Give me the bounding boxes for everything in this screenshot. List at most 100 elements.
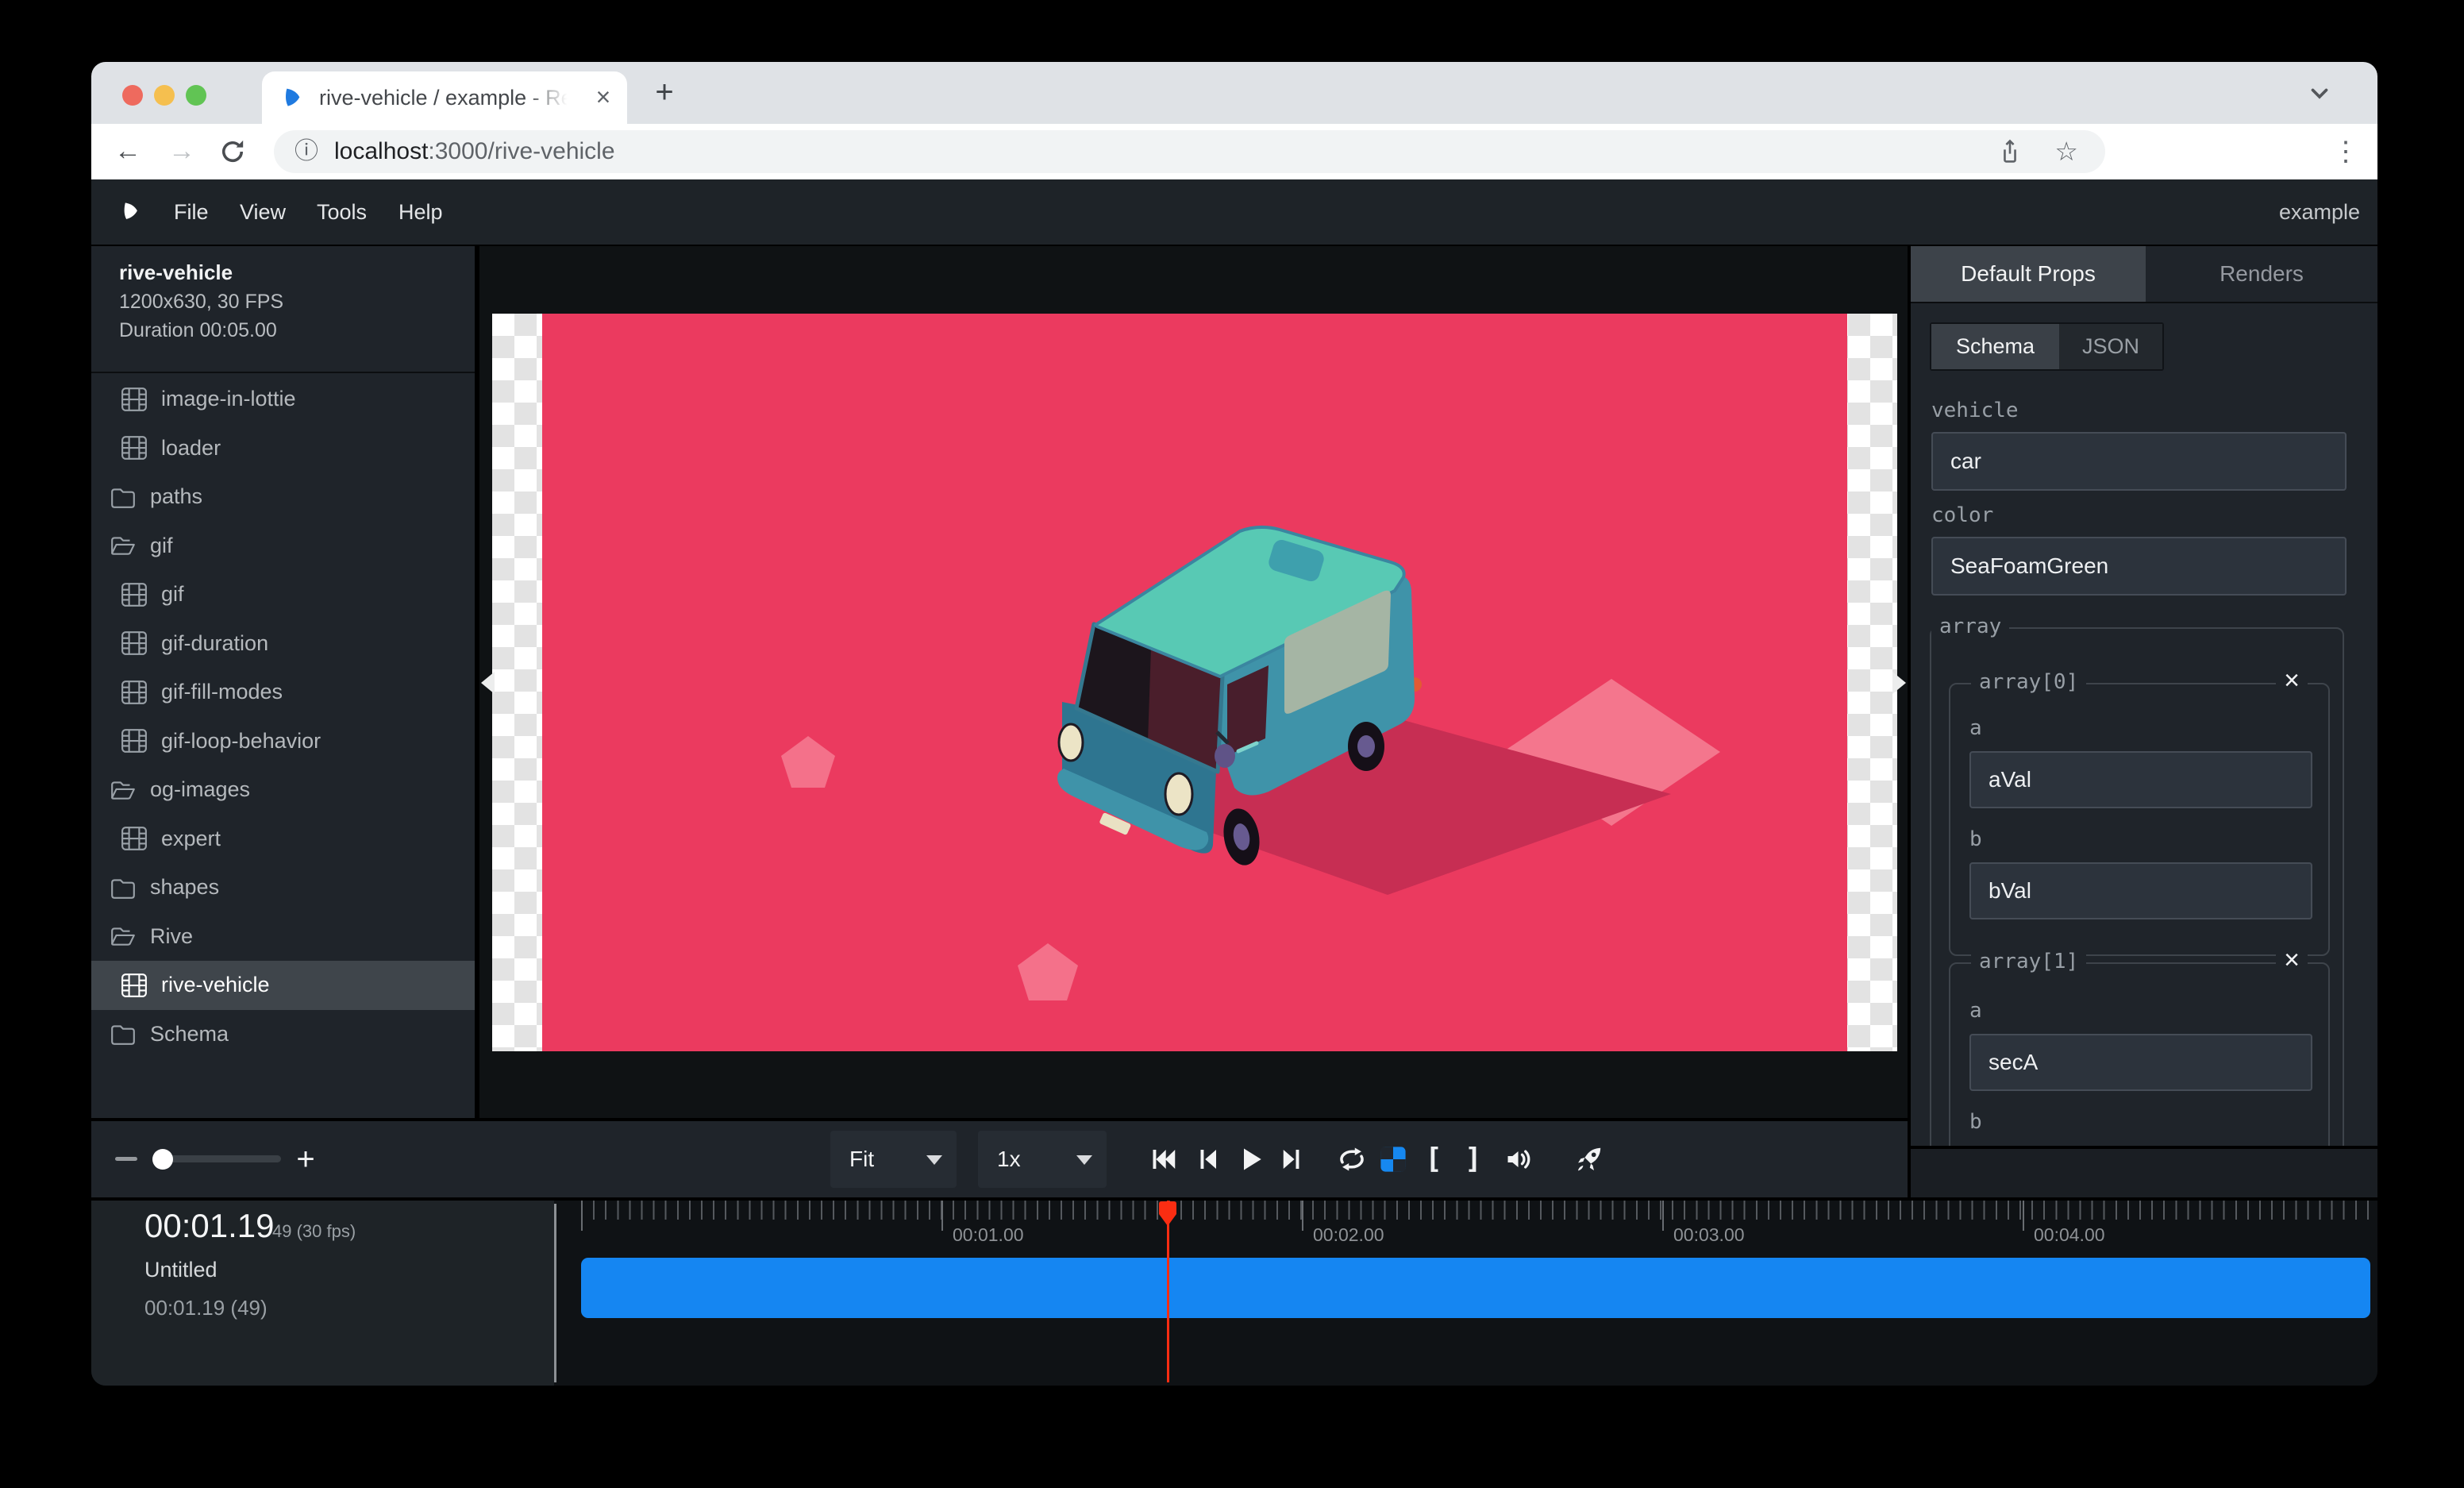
track-timecode: 00:01.19 (49)	[144, 1296, 268, 1320]
window-minimize-icon[interactable]	[154, 85, 175, 106]
menu-help[interactable]: Help	[398, 179, 443, 245]
array-0-a-input[interactable]	[1969, 751, 2312, 808]
sidebar-item-label: shapes	[150, 875, 219, 900]
array-item-0-fieldset: array[0] × a b	[1949, 683, 2330, 956]
sidebar-item-label: Schema	[150, 1022, 229, 1047]
array-1-a-input[interactable]	[1969, 1034, 2312, 1091]
array-legend: array	[1931, 615, 2009, 638]
url-field[interactable]: ⓘ localhost:3000/rive-vehicle ☆	[274, 130, 2105, 173]
site-info-icon[interactable]: ⓘ	[295, 138, 318, 165]
sidebar-item-gif-folder[interactable]: gif	[91, 522, 475, 571]
sidebar-item-label: paths	[150, 484, 202, 509]
reload-icon[interactable]	[218, 137, 247, 166]
fit-dropdown[interactable]: Fit	[830, 1131, 957, 1188]
folder-open-icon	[110, 533, 137, 558]
sidebar-item-gif-loop-behavior[interactable]: gif-loop-behavior	[91, 717, 475, 766]
browser-menu-icon[interactable]: ⋮	[2331, 134, 2360, 169]
fit-dropdown-value: Fit	[849, 1131, 874, 1188]
jump-to-start-icon[interactable]	[1149, 1145, 1178, 1174]
tab-default-props[interactable]: Default Props	[1911, 246, 2146, 302]
timeline-ruler[interactable]	[581, 1201, 2370, 1220]
sidebar-item-paths[interactable]: paths	[91, 472, 475, 522]
remotion-logo-icon[interactable]	[120, 199, 144, 223]
remove-array-item-1-icon[interactable]: ×	[2276, 945, 2308, 975]
loop-icon[interactable]	[1338, 1145, 1366, 1174]
remove-array-item-0-icon[interactable]: ×	[2276, 665, 2308, 696]
sidebar-item-gif-fill-modes[interactable]: gif-fill-modes	[91, 668, 475, 717]
panel-filler	[1911, 1149, 2377, 1197]
window-close-icon[interactable]	[122, 85, 143, 106]
timeline-track-bar[interactable]	[581, 1258, 2370, 1318]
a-field-label: a	[1969, 716, 1982, 740]
collapse-right-panel-icon[interactable]	[1892, 672, 1906, 694]
array-item-0-legend: array[0]	[1971, 670, 2086, 694]
folder-icon	[110, 1021, 137, 1047]
menu-tools[interactable]: Tools	[317, 179, 367, 245]
next-frame-icon[interactable]	[1278, 1145, 1307, 1174]
track-name: Untitled	[144, 1258, 218, 1282]
url-text: localhost:3000/rive-vehicle	[334, 130, 615, 173]
browser-tab[interactable]: rive-vehicle / example - Remot ×	[262, 71, 627, 124]
sidebar-item-expert[interactable]: expert	[91, 815, 475, 864]
app-menu-bar: File View Tools Help example	[91, 179, 2377, 245]
volume-icon[interactable]	[1504, 1145, 1533, 1174]
menu-file[interactable]: File	[174, 179, 209, 245]
menu-view[interactable]: View	[240, 179, 286, 245]
render-rocket-icon[interactable]	[1575, 1145, 1604, 1174]
film-icon	[121, 630, 148, 656]
sidebar-item-og-images[interactable]: og-images	[91, 765, 475, 815]
compositions-sidebar: rive-vehicle 1200x630, 30 FPS Duration 0…	[91, 246, 475, 1118]
zoom-out-icon[interactable]	[115, 1157, 137, 1161]
film-icon	[121, 435, 148, 461]
playhead-handle[interactable]	[1158, 1201, 1177, 1229]
composition-viewport	[492, 314, 1897, 1051]
color-field-label: color	[1931, 503, 1993, 527]
timeline: 00:01.19 49 (30 fps) Untitled 00:01.19 (…	[91, 1201, 2377, 1386]
film-icon	[121, 582, 148, 607]
out-marker-icon[interactable]: ]	[1459, 1142, 1488, 1177]
timeline-panel-resize-handle[interactable]	[554, 1204, 556, 1382]
ruler-major-tick	[1302, 1201, 1303, 1231]
transparency-checker-toggle-icon[interactable]	[1379, 1145, 1407, 1174]
vehicle-input[interactable]	[1931, 432, 2347, 491]
preview-canvas	[479, 246, 1908, 1118]
folder-icon	[110, 484, 137, 510]
window-zoom-icon[interactable]	[186, 85, 206, 106]
sidebar-item-schema[interactable]: Schema	[91, 1010, 475, 1059]
previous-frame-icon[interactable]	[1192, 1145, 1221, 1174]
tab-close-icon[interactable]: ×	[591, 85, 616, 110]
collapse-left-panel-icon[interactable]	[481, 672, 495, 694]
sidebar-item-gif-duration[interactable]: gif-duration	[91, 619, 475, 669]
ruler-major-tick	[1662, 1201, 1664, 1231]
playback-speed-dropdown[interactable]: 1x	[978, 1131, 1107, 1188]
tab-search-chevron-icon[interactable]	[2306, 79, 2333, 106]
sidebar-item-rive-folder[interactable]: Rive	[91, 912, 475, 962]
zoom-slider-knob[interactable]	[152, 1149, 173, 1170]
sidebar-item-gif[interactable]: gif	[91, 570, 475, 619]
url-path: :3000/rive-vehicle	[428, 138, 614, 164]
toggle-json[interactable]: JSON	[2059, 324, 2162, 369]
forward-icon[interactable]: →	[166, 135, 198, 167]
back-icon[interactable]: ←	[112, 135, 144, 167]
ruler-label: 00:01.00	[953, 1224, 1024, 1246]
toggle-schema[interactable]: Schema	[1931, 324, 2059, 369]
bookmark-star-icon[interactable]: ☆	[2054, 137, 2078, 167]
preview-toolbar: + Fit 1x [ ]	[91, 1121, 1908, 1197]
sidebar-item-label: rive-vehicle	[161, 973, 270, 997]
sidebar-item-shapes[interactable]: shapes	[91, 863, 475, 912]
sidebar-item-image-in-lottie[interactable]: image-in-lottie	[91, 375, 475, 424]
zoom-in-icon[interactable]: +	[290, 1143, 321, 1176]
share-icon[interactable]	[1997, 138, 2023, 165]
play-icon[interactable]	[1237, 1145, 1265, 1174]
color-input[interactable]	[1931, 537, 2347, 596]
sidebar-item-loader[interactable]: loader	[91, 424, 475, 473]
sidebar-item-rive-vehicle[interactable]: rive-vehicle	[91, 961, 475, 1010]
in-marker-icon[interactable]: [	[1419, 1142, 1448, 1177]
sidebar-item-label: image-in-lottie	[161, 387, 296, 411]
film-icon	[121, 826, 148, 851]
array-0-b-input[interactable]	[1969, 862, 2312, 919]
b-field-label: b	[1969, 827, 1982, 851]
folder-open-icon	[110, 777, 137, 803]
new-tab-button[interactable]: +	[647, 75, 682, 110]
tab-renders[interactable]: Renders	[2146, 246, 2377, 302]
